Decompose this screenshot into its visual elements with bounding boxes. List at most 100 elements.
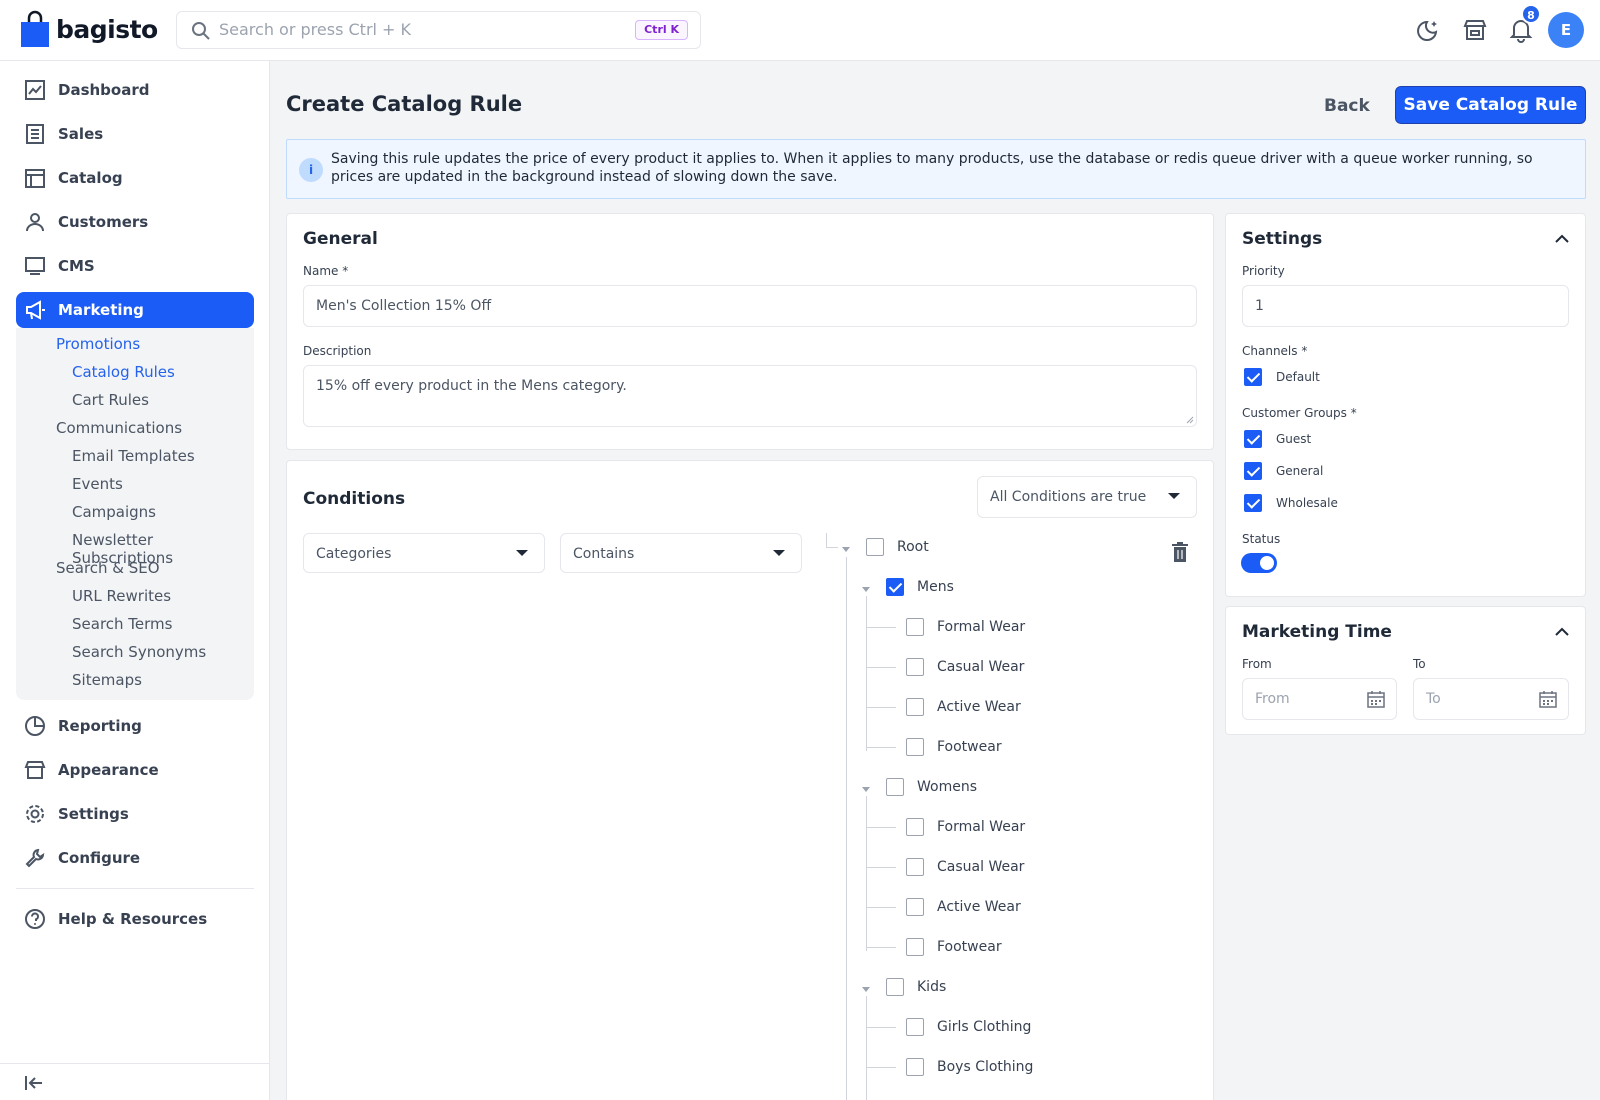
submenu-cart-rules[interactable]: Cart Rules — [72, 391, 149, 409]
sidebar-item-appearance[interactable]: Appearance — [16, 752, 254, 788]
search-icon — [192, 22, 210, 40]
submenu-url-rewrites[interactable]: URL Rewrites — [72, 587, 171, 605]
general-title: General — [303, 229, 378, 249]
condition-match-select[interactable]: All Conditions are true — [977, 476, 1197, 518]
sidebar-item-cms[interactable]: CMS — [16, 248, 254, 284]
tree-checkbox-womens-formal-wear[interactable] — [906, 818, 924, 836]
avatar[interactable]: E — [1548, 12, 1584, 48]
tree-guide — [866, 1067, 896, 1068]
channel-label-default: Default — [1276, 370, 1320, 384]
from-date-input[interactable]: From — [1242, 678, 1397, 720]
tree-label-root: Root — [897, 539, 929, 555]
tree-checkbox-kids[interactable] — [886, 978, 904, 996]
back-button[interactable]: Back — [1310, 88, 1384, 124]
sidebar-item-label: Customers — [58, 213, 149, 231]
channels-label: Channels * — [1242, 344, 1308, 358]
submenu-catalog-rules[interactable]: Catalog Rules — [72, 363, 175, 381]
customer-groups-label: Customer Groups * — [1242, 406, 1357, 420]
sidebar-item-configure[interactable]: Configure — [16, 840, 254, 876]
sidebar-item-help[interactable]: Help & Resources — [16, 901, 254, 937]
submenu-search-seo[interactable]: Search & SEO — [56, 559, 160, 577]
calendar-icon — [1367, 691, 1385, 708]
tree-expand-icon[interactable] — [842, 547, 850, 552]
chevron-down-icon — [773, 550, 785, 556]
general-card: General Name * Men's Collection 15% Off … — [286, 213, 1214, 450]
tree-checkbox-mens-formal-wear[interactable] — [906, 618, 924, 636]
group-checkbox-guest[interactable] — [1244, 430, 1262, 448]
dark-mode-icon[interactable] — [1416, 17, 1442, 43]
tree-checkbox-womens-casual-wear[interactable] — [906, 858, 924, 876]
chevron-up-icon[interactable] — [1555, 234, 1569, 243]
sidebar-item-sales[interactable]: Sales — [16, 116, 254, 152]
marketing-time-card: Marketing Time From From To To — [1225, 606, 1586, 735]
tree-guide — [846, 557, 847, 1100]
to-placeholder: To — [1426, 691, 1441, 707]
tree-checkbox-mens-footwear[interactable] — [906, 738, 924, 756]
tree-guide — [866, 867, 896, 868]
notification-count-badge: 8 — [1521, 4, 1541, 24]
condition-attribute-select[interactable]: Categories — [303, 533, 545, 573]
tree-expand-icon[interactable] — [862, 987, 870, 992]
submenu-events[interactable]: Events — [72, 475, 123, 493]
group-checkbox-general[interactable] — [1244, 462, 1262, 480]
trash-icon[interactable] — [1170, 541, 1190, 563]
tree-checkbox-womens-active-wear[interactable] — [906, 898, 924, 916]
tree-checkbox-root[interactable] — [866, 538, 884, 556]
submenu-campaigns[interactable]: Campaigns — [72, 503, 156, 521]
storefront-icon[interactable] — [1462, 17, 1488, 43]
sidebar-item-catalog[interactable]: Catalog — [16, 160, 254, 196]
tree-checkbox-mens-active-wear[interactable] — [906, 698, 924, 716]
tree-expand-icon[interactable] — [862, 587, 870, 592]
brand-logo[interactable]: bagisto — [20, 10, 158, 48]
sidebar-item-reporting[interactable]: Reporting — [16, 708, 254, 744]
sidebar-item-customers[interactable]: Customers — [16, 204, 254, 240]
description-textarea[interactable]: 15% off every product in the Mens catego… — [303, 365, 1197, 427]
search-placeholder: Search or press Ctrl + K — [219, 20, 412, 39]
submenu-sitemaps[interactable]: Sitemaps — [72, 671, 142, 689]
sidebar-item-label: Catalog — [58, 169, 123, 187]
condition-match-value: All Conditions are true — [990, 489, 1147, 505]
tree-checkbox-kids-boys-clothing[interactable] — [906, 1058, 924, 1076]
page-title: Create Catalog Rule — [286, 92, 523, 116]
sidebar-item-marketing[interactable]: Marketing — [16, 292, 254, 328]
tree-checkbox-mens-casual-wear[interactable] — [906, 658, 924, 676]
save-catalog-rule-button[interactable]: Save Catalog Rule — [1395, 86, 1586, 124]
group-label-guest: Guest — [1276, 432, 1312, 446]
settings-title: Settings — [1242, 229, 1323, 249]
condition-operator-select[interactable]: Contains — [560, 533, 802, 573]
priority-input[interactable]: 1 — [1242, 285, 1569, 327]
submenu-promotions[interactable]: Promotions — [56, 335, 140, 353]
channel-checkbox-default[interactable] — [1244, 368, 1262, 386]
chevron-down-icon — [1168, 493, 1180, 499]
tree-label: Footwear — [937, 939, 1002, 955]
tree-checkbox-kids-girls-clothing[interactable] — [906, 1018, 924, 1036]
tree-expand-icon[interactable] — [862, 787, 870, 792]
tree-label: Girls Clothing — [937, 1019, 1032, 1035]
tree-guide — [866, 747, 896, 748]
priority-label: Priority — [1242, 264, 1285, 278]
name-input[interactable]: Men's Collection 15% Off — [303, 285, 1197, 327]
sidebar-item-settings[interactable]: Settings — [16, 796, 254, 832]
tree-checkbox-mens[interactable] — [886, 578, 904, 596]
tree-checkbox-womens-footwear[interactable] — [906, 938, 924, 956]
catalog-icon — [25, 169, 45, 188]
submenu-search-terms[interactable]: Search Terms — [72, 615, 172, 633]
wrench-icon — [25, 848, 45, 868]
status-toggle[interactable] — [1241, 553, 1277, 573]
chevron-up-icon[interactable] — [1555, 627, 1569, 636]
group-label-general: General — [1276, 464, 1324, 478]
submenu-communications[interactable]: Communications — [56, 419, 182, 437]
search-input[interactable]: Search or press Ctrl + K Ctrl K — [176, 11, 701, 49]
tree-checkbox-womens[interactable] — [886, 778, 904, 796]
collapse-sidebar-icon[interactable] — [24, 1074, 44, 1092]
to-date-input[interactable]: To — [1413, 678, 1569, 720]
tree-guide — [866, 667, 896, 668]
name-label: Name * — [303, 264, 349, 278]
submenu-email-templates[interactable]: Email Templates — [72, 447, 195, 465]
sidebar-item-dashboard[interactable]: Dashboard — [16, 72, 254, 108]
group-checkbox-wholesale[interactable] — [1244, 494, 1262, 512]
brand-name: bagisto — [56, 14, 158, 44]
help-icon — [25, 909, 45, 929]
conditions-card: Conditions All Conditions are true Categ… — [286, 460, 1214, 1100]
submenu-search-synonyms[interactable]: Search Synonyms — [72, 643, 206, 661]
